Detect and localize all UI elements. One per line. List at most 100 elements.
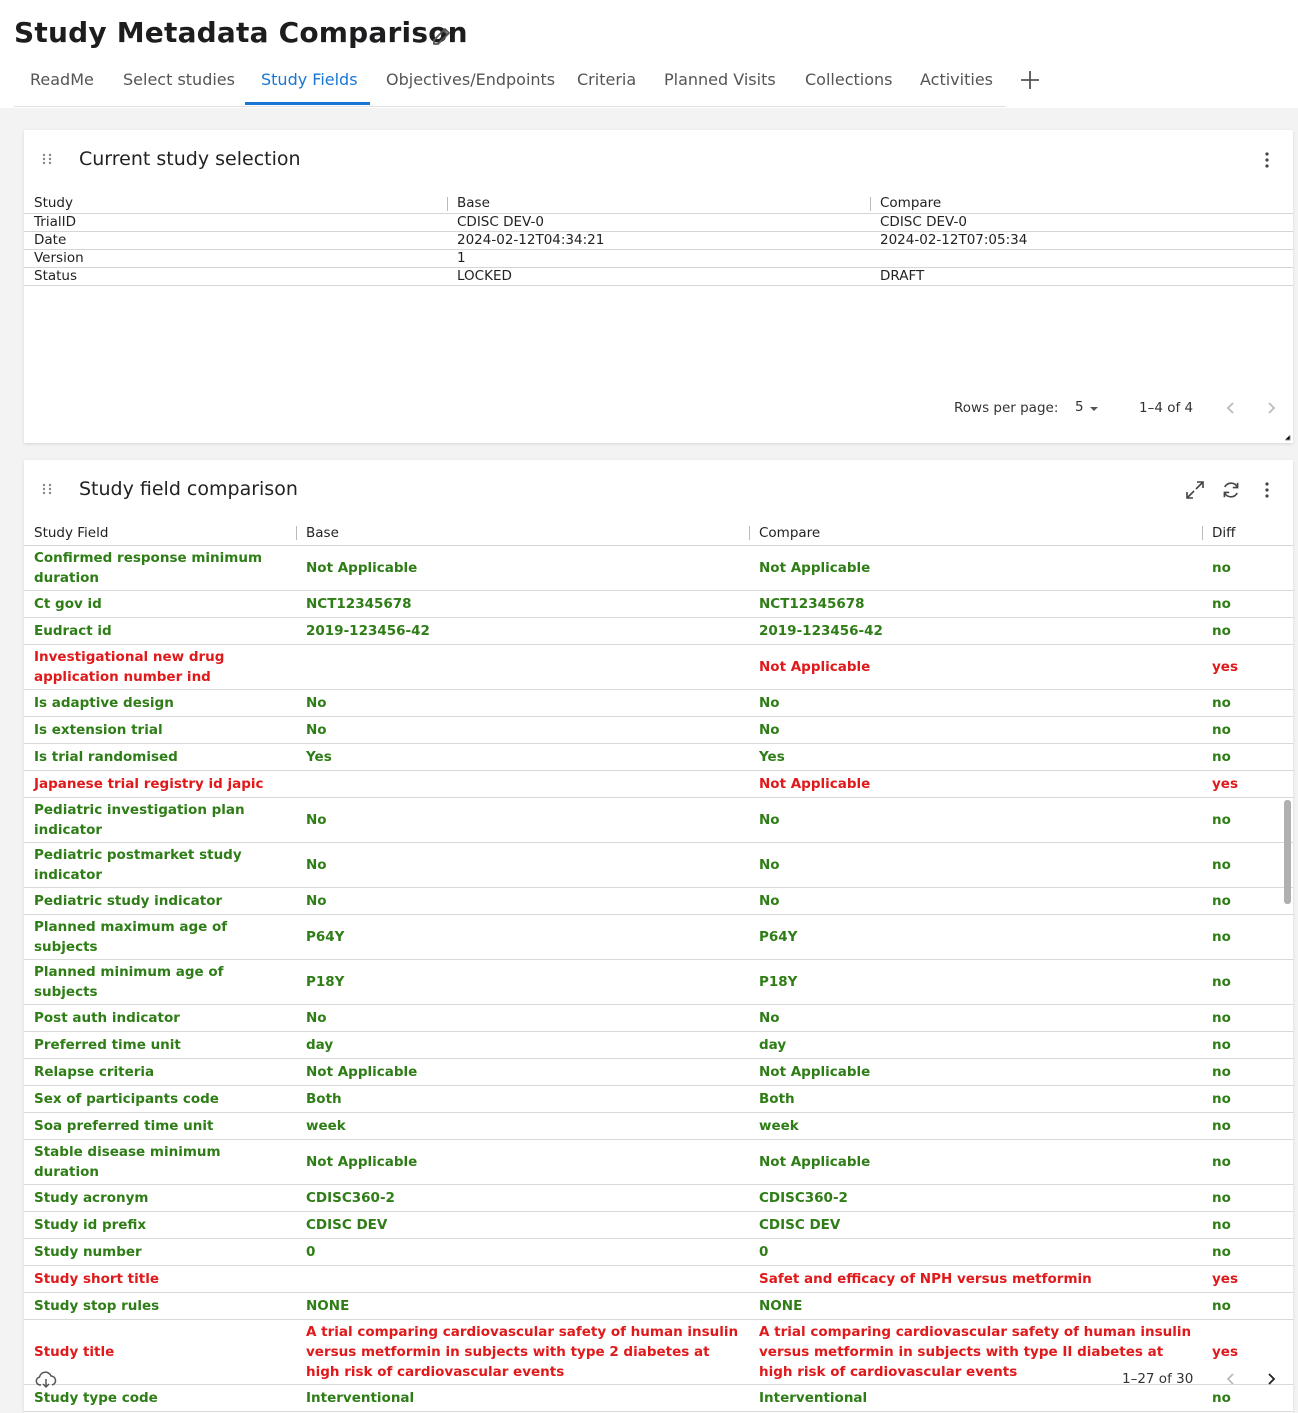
- diff-cell: no: [1202, 1292, 1293, 1320]
- edit-icon[interactable]: [430, 24, 454, 48]
- more-vert-icon[interactable]: [1256, 149, 1278, 171]
- more-vert-icon[interactable]: [1256, 479, 1278, 501]
- table-row: Study short title Safet and efficacy of N…: [24, 1265, 1293, 1293]
- table-row: Is adaptive design No No no: [24, 689, 1293, 717]
- column-header[interactable]: Compare: [749, 521, 1202, 546]
- add-tab-icon[interactable]: [1019, 69, 1041, 91]
- diff-cell: no: [1202, 743, 1293, 771]
- table-row: TrialID CDISC DEV-0 CDISC DEV-0: [24, 213, 1293, 232]
- diff-cell: no: [1202, 1211, 1293, 1239]
- comparison-table: Study Field Base Compare Diff Confirmed …: [24, 521, 1293, 1413]
- scrollbar-thumb[interactable]: [1284, 800, 1291, 904]
- compare-value-cell: P18Y: [749, 959, 1202, 1005]
- page-header: Study Metadata Comparison ReadMe Select …: [0, 0, 1298, 108]
- table-row: Preferred time unit day day no: [24, 1031, 1293, 1059]
- table-cell: LOCKED: [447, 267, 870, 286]
- table-row: Planned minimum age of subjects P18Y P18Y n…: [24, 959, 1293, 1005]
- chevron-right-icon[interactable]: [1263, 400, 1279, 416]
- tab-select-studies[interactable]: Select studies: [123, 56, 235, 106]
- drag-handle-icon[interactable]: [40, 482, 54, 496]
- table-cell: Version: [24, 249, 447, 268]
- column-header[interactable]: Base: [296, 521, 749, 546]
- chevron-left-icon[interactable]: [1223, 1371, 1239, 1387]
- compare-value-cell: NONE: [749, 1292, 1202, 1320]
- rows-per-page-select[interactable]: 5: [1075, 399, 1098, 415]
- compare-value-cell: NCT12345678: [749, 590, 1202, 618]
- table-row: Pediatric postmarket study indicator No No…: [24, 842, 1293, 888]
- diff-cell: yes: [1202, 1265, 1293, 1293]
- download-icon[interactable]: [35, 1369, 57, 1391]
- study-field-cell: Stable disease minimum duration: [24, 1139, 296, 1185]
- tab-activities[interactable]: Activities: [920, 56, 993, 106]
- column-header[interactable]: Study Field: [24, 521, 296, 546]
- base-value-cell: week: [296, 1112, 749, 1140]
- diff-cell: no: [1202, 545, 1293, 591]
- page-title: Study Metadata Comparison: [14, 16, 468, 49]
- study-field-cell: Is adaptive design: [24, 689, 296, 717]
- card-title: Current study selection: [79, 148, 301, 170]
- compare-value-cell: CDISC360-2: [749, 1184, 1202, 1212]
- study-field-cell: Japanese trial registry id japic: [24, 770, 296, 798]
- tab-study-fields[interactable]: Study Fields: [261, 56, 358, 106]
- study-field-cell: Study number: [24, 1238, 296, 1266]
- column-header[interactable]: Study: [24, 193, 447, 214]
- compare-value-cell: day: [749, 1031, 1202, 1059]
- tab-criteria[interactable]: Criteria: [577, 56, 636, 106]
- study-field-cell: Is trial randomised: [24, 743, 296, 771]
- diff-cell: yes: [1202, 1319, 1293, 1385]
- diff-cell: no: [1202, 716, 1293, 744]
- table-row: Study id prefix CDISC DEV CDISC DEV no: [24, 1211, 1293, 1239]
- diff-cell: no: [1202, 1384, 1293, 1412]
- table-header-row: Study Field Base Compare Diff: [24, 521, 1293, 546]
- compare-value-cell: No: [749, 887, 1202, 915]
- tab-bar: ReadMe Select studies Study Fields Objec…: [14, 56, 1006, 107]
- tab-collections[interactable]: Collections: [805, 56, 892, 106]
- base-value-cell: [296, 1265, 749, 1293]
- study-field-cell: Soa preferred time unit: [24, 1112, 296, 1140]
- table-cell: 2024-02-12T04:34:21: [447, 231, 870, 250]
- column-header[interactable]: Compare: [870, 193, 1293, 214]
- compare-value-cell: 0: [749, 1238, 1202, 1266]
- study-field-cell: Pediatric investigation plan indicator: [24, 797, 296, 843]
- refresh-icon[interactable]: [1220, 479, 1242, 501]
- tab-planned-visits[interactable]: Planned Visits: [664, 56, 776, 106]
- column-header[interactable]: Diff: [1202, 521, 1293, 546]
- tab-readme[interactable]: ReadMe: [30, 56, 94, 106]
- base-value-cell: Interventional: [296, 1384, 749, 1412]
- table-row: Date 2024-02-12T04:34:21 2024-02-12T07:0…: [24, 231, 1293, 250]
- study-field-cell: Pediatric study indicator: [24, 887, 296, 915]
- expand-icon[interactable]: [1184, 479, 1206, 501]
- column-header[interactable]: Base: [447, 193, 870, 214]
- table-cell: 1: [447, 249, 870, 268]
- study-field-cell: Study type code: [24, 1384, 296, 1412]
- base-value-cell: No: [296, 716, 749, 744]
- compare-value-cell: Not Applicable: [749, 545, 1202, 591]
- table-row: Sex of participants code Both Both no: [24, 1085, 1293, 1113]
- diff-cell: no: [1202, 1184, 1293, 1212]
- base-value-cell: Yes: [296, 743, 749, 771]
- table-row: Ct gov id NCT12345678 NCT12345678 no: [24, 590, 1293, 618]
- chevron-left-icon[interactable]: [1223, 400, 1239, 416]
- drag-handle-icon[interactable]: [40, 152, 54, 166]
- study-field-cell: Confirmed response minimum duration: [24, 545, 296, 591]
- base-value-cell: A trial comparing cardiovascular safety …: [296, 1319, 749, 1385]
- base-value-cell: [296, 770, 749, 798]
- chevron-right-icon[interactable]: [1263, 1371, 1279, 1387]
- table-row: Pediatric investigation plan indicator No…: [24, 797, 1293, 843]
- diff-cell: yes: [1202, 644, 1293, 690]
- base-value-cell: 0: [296, 1238, 749, 1266]
- current-study-selection-card: Current study selection Study Base Compa…: [24, 130, 1293, 443]
- compare-value-cell: Not Applicable: [749, 1058, 1202, 1086]
- table-row: Status LOCKED DRAFT: [24, 267, 1293, 286]
- selection-table: Study Base Compare TrialID CDISC DEV-0 C…: [24, 193, 1293, 286]
- rows-per-page-value: 5: [1075, 399, 1084, 415]
- compare-value-cell: No: [749, 797, 1202, 843]
- table-cell: TrialID: [24, 213, 447, 232]
- tab-objectives-endpoints[interactable]: Objectives/Endpoints: [386, 56, 555, 106]
- compare-value-cell: Not Applicable: [749, 770, 1202, 798]
- diff-cell: no: [1202, 590, 1293, 618]
- compare-value-cell: No: [749, 716, 1202, 744]
- study-field-cell: Pediatric postmarket study indicator: [24, 842, 296, 888]
- resize-handle-icon[interactable]: [1285, 435, 1291, 441]
- table-row: Eudract id 2019-123456-42 2019-123456-42 no: [24, 617, 1293, 645]
